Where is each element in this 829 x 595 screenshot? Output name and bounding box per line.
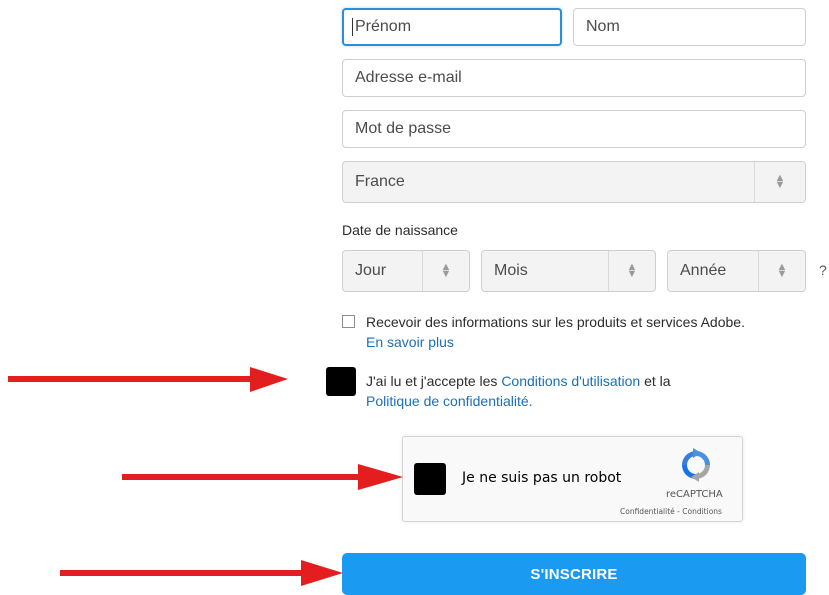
lastname-field[interactable]: Nom	[573, 8, 806, 46]
updown-arrows-icon: ▲ ▼	[776, 261, 788, 280]
password-placeholder: Mot de passe	[355, 120, 452, 137]
year-select-arrows: ▲ ▼	[758, 251, 805, 291]
month-value: Mois	[494, 262, 528, 279]
terms-of-use-link[interactable]: Conditions d'utilisation	[501, 373, 640, 389]
updown-arrows-icon: ▲ ▼	[774, 172, 786, 191]
country-select[interactable]: France ▲ ▼	[342, 161, 806, 203]
text-caret	[352, 18, 353, 36]
annotation-arrow-recaptcha	[122, 464, 403, 490]
recaptcha-brand: reCAPTCHA	[666, 489, 723, 500]
recaptcha-checkbox[interactable]	[414, 463, 446, 495]
privacy-policy-link[interactable]: Politique de confidentialité	[366, 393, 529, 409]
recaptcha-widget: Je ne suis pas un robot reCAPTCHA Confid…	[402, 436, 743, 522]
firstname-placeholder: Prénom	[355, 18, 412, 35]
password-field[interactable]: Mot de passe	[342, 110, 806, 148]
annotation-arrow-terms	[8, 367, 288, 392]
day-select[interactable]: Jour ▲ ▼	[342, 250, 470, 292]
newsletter-text: Recevoir des informations sur les produi…	[366, 312, 806, 352]
recaptcha-logo-icon	[682, 448, 710, 482]
newsletter-label: Recevoir des informations sur les produi…	[366, 314, 745, 330]
recaptcha-label: Je ne suis pas un robot	[462, 470, 622, 486]
firstname-field[interactable]: Prénom	[342, 8, 562, 46]
day-select-arrows: ▲ ▼	[422, 251, 469, 291]
signup-button[interactable]: S'INSCRIRE	[342, 553, 806, 595]
email-field[interactable]: Adresse e-mail	[342, 59, 806, 97]
year-value: Année	[680, 262, 727, 279]
terms-checkbox[interactable]	[326, 367, 356, 396]
email-placeholder: Adresse e-mail	[355, 69, 462, 86]
terms-prefix: J'ai lu et j'accepte les	[366, 373, 502, 389]
month-select-arrows: ▲ ▼	[608, 251, 655, 291]
country-select-arrows: ▲ ▼	[754, 162, 805, 202]
lastname-placeholder: Nom	[586, 18, 620, 35]
annotation-arrow-signup	[60, 560, 343, 586]
updown-arrows-icon: ▲ ▼	[440, 261, 452, 280]
month-select[interactable]: Mois ▲ ▼	[481, 250, 656, 292]
newsletter-checkbox[interactable]	[342, 315, 355, 328]
birthdate-label: Date de naissance	[342, 222, 458, 238]
year-select[interactable]: Année ▲ ▼	[667, 250, 806, 292]
country-value: France	[355, 173, 405, 190]
terms-period: .	[528, 393, 533, 409]
day-value: Jour	[355, 262, 387, 279]
birthdate-help-icon[interactable]: ?	[819, 262, 827, 278]
terms-text: J'ai lu et j'accepte les Conditions d'ut…	[366, 371, 806, 411]
terms-and: et la	[640, 373, 671, 389]
updown-arrows-icon: ▲ ▼	[626, 261, 638, 280]
learn-more-link[interactable]: En savoir plus	[366, 334, 454, 350]
recaptcha-terms-links[interactable]: Confidentialité - Conditions	[620, 507, 722, 516]
